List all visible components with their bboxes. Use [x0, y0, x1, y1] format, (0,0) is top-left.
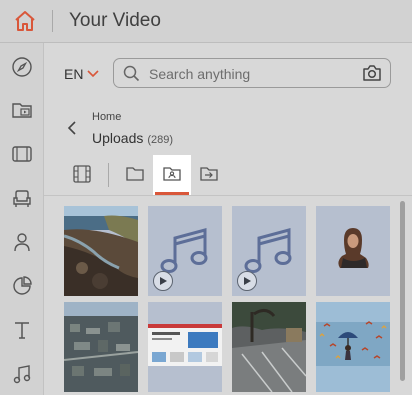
- app-header: Your Video: [0, 0, 412, 43]
- item-count: (289): [147, 134, 174, 146]
- grid-scrollbar[interactable]: [400, 201, 405, 381]
- search-icon: [123, 65, 140, 82]
- media-folder-icon[interactable]: [11, 99, 33, 121]
- media-tile-umbrella[interactable]: [316, 302, 390, 392]
- breadcrumb-current: Uploads (289): [92, 130, 173, 146]
- aerial-city-thumbnail: [64, 302, 138, 392]
- view-tabs: [44, 155, 412, 196]
- media-tile-audio-1[interactable]: [148, 206, 222, 296]
- home-button[interactable]: [12, 9, 38, 33]
- camera-icon[interactable]: [362, 64, 382, 82]
- media-tile-audio-2[interactable]: [232, 206, 306, 296]
- website-thumbnail: [148, 324, 222, 366]
- breadcrumb-current-label: Uploads: [92, 130, 144, 146]
- portrait-thumbnail: [338, 228, 369, 268]
- tabs-divider: [108, 163, 109, 187]
- text-icon[interactable]: [11, 319, 33, 341]
- user-folder-icon: [163, 167, 181, 181]
- tab-folder[interactable]: [116, 155, 154, 195]
- folder-icon: [126, 167, 144, 181]
- play-icon: [244, 277, 251, 285]
- header-divider: [52, 10, 53, 32]
- music-icon[interactable]: [11, 363, 33, 385]
- search-bar: [113, 58, 391, 88]
- user-icon[interactable]: [11, 231, 33, 253]
- media-tile-coast[interactable]: [64, 206, 138, 296]
- main-panel: EN Home Uploads(289): [44, 43, 412, 395]
- pie-chart-icon[interactable]: [11, 275, 33, 297]
- armchair-icon[interactable]: [11, 187, 33, 209]
- chevron-down-icon[interactable]: [87, 70, 99, 78]
- play-button[interactable]: [237, 271, 257, 291]
- play-button[interactable]: [153, 271, 173, 291]
- coast-thumbnail: [64, 206, 138, 296]
- folder-import-icon: [200, 167, 218, 181]
- media-tile-parking-lot[interactable]: [232, 302, 306, 392]
- home-icon: [15, 11, 35, 31]
- tab-video-grid[interactable]: [63, 155, 101, 195]
- tab-import[interactable]: [190, 155, 228, 195]
- film-grid-icon: [73, 165, 91, 183]
- back-chevron-icon[interactable]: [66, 121, 78, 135]
- language-selector[interactable]: EN: [64, 66, 83, 82]
- tab-uploads-folder[interactable]: [153, 155, 191, 195]
- media-tile-aerial-city[interactable]: [64, 302, 138, 392]
- play-icon: [160, 277, 167, 285]
- compass-icon[interactable]: [11, 56, 33, 78]
- search-input[interactable]: [147, 63, 351, 85]
- umbrella-birds-thumbnail: [316, 302, 390, 392]
- media-grid: [44, 195, 412, 395]
- left-sidebar: [0, 43, 44, 395]
- breadcrumb-home[interactable]: Home: [92, 111, 121, 123]
- page-title: Your Video: [69, 10, 161, 31]
- film-icon[interactable]: [11, 143, 33, 165]
- parking-lot-thumbnail: [232, 302, 306, 392]
- media-tile-portrait[interactable]: [316, 206, 390, 296]
- media-tile-website[interactable]: [148, 302, 222, 392]
